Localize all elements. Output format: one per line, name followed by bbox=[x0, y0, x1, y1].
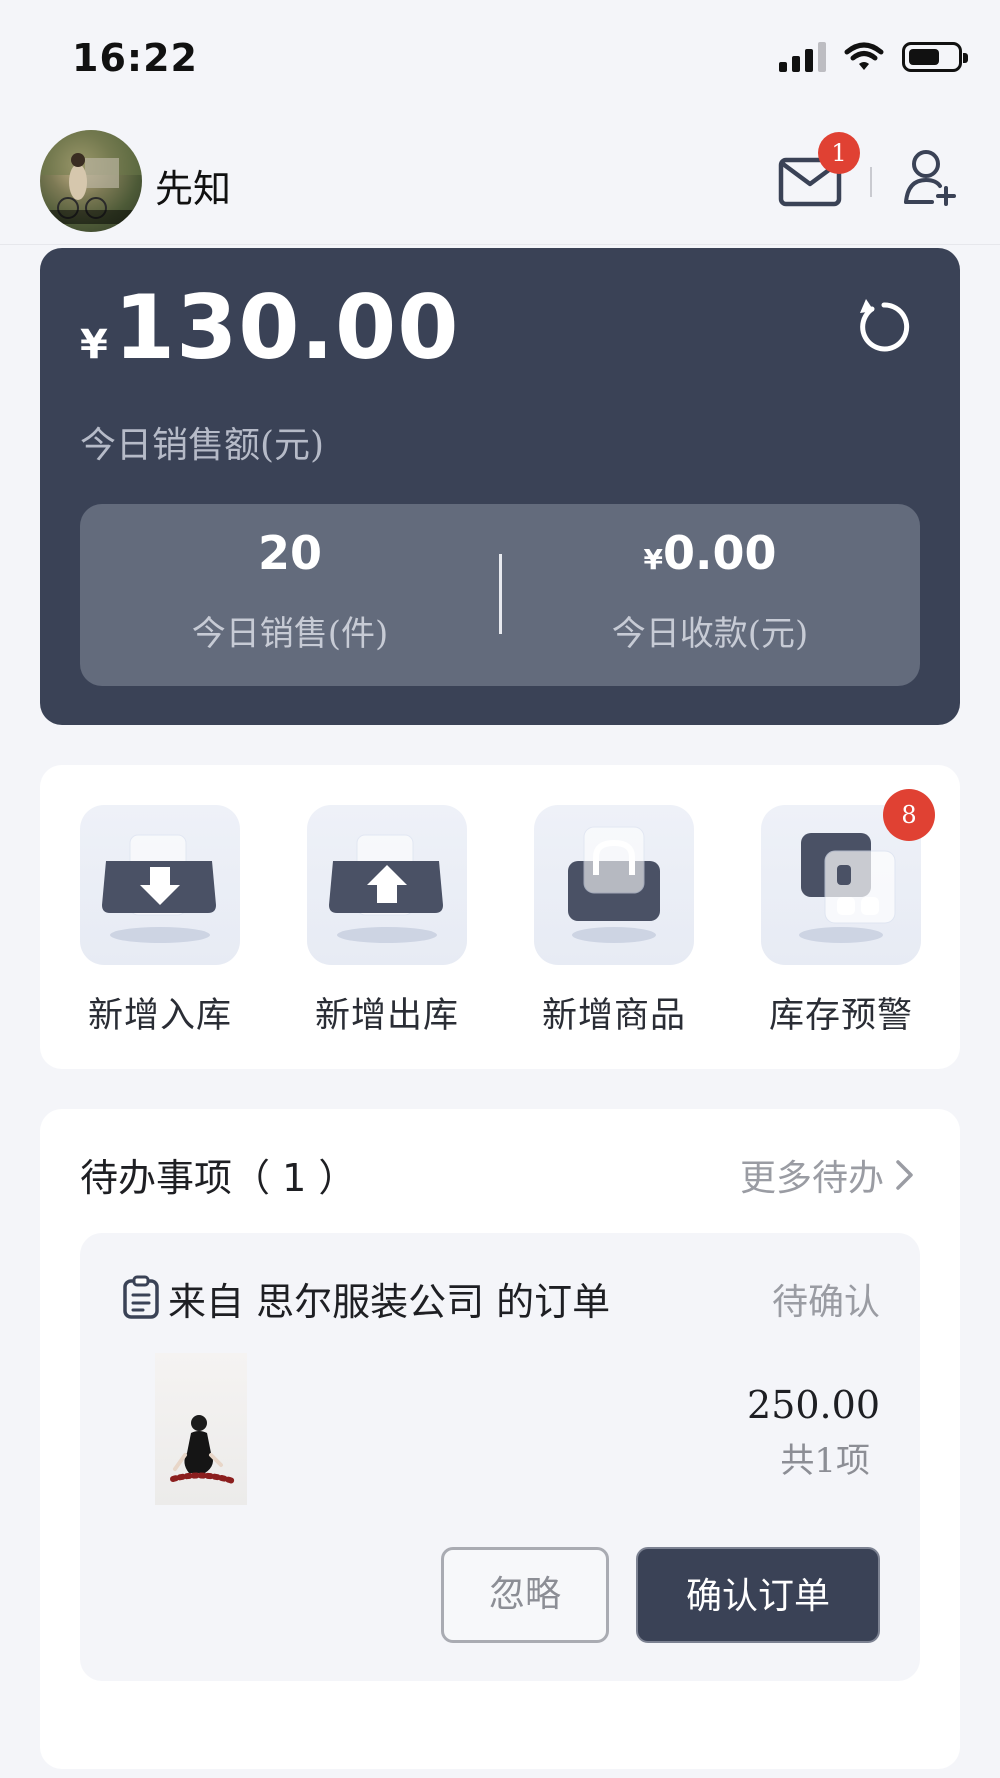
status-icons bbox=[779, 42, 968, 72]
sales-summary-card: ¥ 130.00 今日销售额(元) 20 今日销售(件) ¥0.00 今日收款(… bbox=[40, 248, 960, 725]
add-user-button[interactable] bbox=[902, 148, 958, 208]
new-product-tile bbox=[534, 805, 694, 965]
stat-label: 今日销售(件) bbox=[191, 614, 389, 654]
status-time: 16:22 bbox=[72, 36, 198, 80]
stock-warning-badge: 8 bbox=[883, 789, 935, 841]
sales-amount-label: 今日销售额(元) bbox=[80, 425, 325, 466]
action-stock-in[interactable]: 新增入库 bbox=[80, 805, 240, 1038]
stock-in-tile bbox=[80, 805, 240, 965]
stat-today-collection: ¥0.00 今日收款(元) bbox=[500, 504, 920, 686]
clipboard-icon bbox=[123, 1275, 159, 1319]
user-name: 先知 bbox=[155, 167, 232, 211]
order-title: 来自 思尔服装公司 的订单 bbox=[168, 1280, 611, 1324]
app-header: 先知 1 bbox=[0, 110, 1000, 245]
action-label: 新增入库 bbox=[87, 996, 232, 1036]
avatar[interactable] bbox=[40, 130, 142, 232]
confirm-order-button[interactable]: 确认订单 bbox=[636, 1547, 880, 1643]
action-label: 新增出库 bbox=[314, 996, 459, 1036]
sales-amount-value: 130.00 bbox=[113, 276, 460, 379]
refresh-icon bbox=[860, 299, 910, 352]
today-sales-amount: ¥ 130.00 bbox=[80, 276, 459, 379]
refresh-button[interactable] bbox=[856, 293, 912, 353]
new-product-icon bbox=[568, 826, 660, 943]
todo-title: 待办事项（ 1 ） bbox=[80, 1156, 357, 1200]
more-todo-link[interactable]: 更多待办 bbox=[740, 1149, 916, 1201]
status-bar: 16:22 bbox=[0, 0, 1000, 110]
stock-out-tile bbox=[307, 805, 467, 965]
order-status: 待确认 bbox=[771, 1282, 880, 1323]
battery-icon bbox=[902, 42, 968, 72]
cellular-signal-icon bbox=[779, 42, 826, 72]
stat-today-items: 20 今日销售(件) bbox=[80, 504, 500, 686]
add-user-icon bbox=[904, 150, 956, 206]
sales-stats-box: 20 今日销售(件) ¥0.00 今日收款(元) bbox=[80, 504, 920, 686]
ignore-button[interactable]: 忽略 bbox=[441, 1547, 609, 1643]
chevron-right-icon bbox=[896, 1160, 913, 1190]
action-label: 库存预警 bbox=[768, 996, 913, 1036]
header-divider bbox=[870, 167, 872, 197]
action-new-product[interactable]: 新增商品 bbox=[534, 805, 694, 1038]
action-stock-warning[interactable]: 库存预警 bbox=[761, 805, 921, 1038]
stock-out-icon bbox=[329, 834, 443, 943]
todo-card: 待办事项（ 1 ） 更多待办 来自 思尔服装公司 的订单 待确认 250.00 … bbox=[40, 1109, 960, 1769]
stat-value: 20 bbox=[257, 526, 322, 580]
action-stock-out[interactable]: 新增出库 bbox=[307, 805, 467, 1038]
action-label: 新增商品 bbox=[541, 996, 686, 1036]
more-todo-label: 更多待办 bbox=[739, 1158, 884, 1199]
order-item[interactable]: 来自 思尔服装公司 的订单 待确认 250.00 共1项 忽略 确认订单 bbox=[80, 1233, 920, 1681]
order-item-count: 共1项 bbox=[780, 1441, 870, 1481]
stock-in-icon bbox=[102, 834, 216, 943]
order-price: 250.00 bbox=[747, 1383, 880, 1427]
stat-label: 今日收款(元) bbox=[611, 614, 809, 654]
mail-unread-badge: 1 bbox=[818, 132, 860, 174]
quick-actions-card: 新增入库 新增出库 新增商品 库存预警 8 bbox=[40, 765, 960, 1069]
product-thumbnail[interactable] bbox=[155, 1353, 247, 1505]
stat-value: ¥0.00 bbox=[643, 526, 777, 580]
currency-symbol: ¥ bbox=[80, 322, 108, 368]
wifi-icon bbox=[844, 42, 884, 70]
